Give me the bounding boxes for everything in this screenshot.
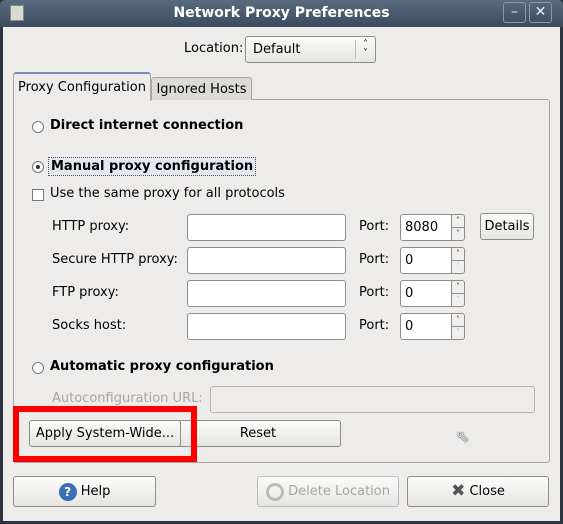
reset-button[interactable]: Reset: [175, 420, 341, 447]
direct-radio[interactable]: [32, 121, 44, 133]
reset-label: Reset: [239, 426, 277, 441]
port-decrement-button[interactable]: ˅: [451, 227, 465, 241]
delete-location-button: Delete Location: [257, 476, 399, 507]
help-label: Help: [80, 484, 111, 499]
port-decrement-button[interactable]: ˅: [451, 293, 465, 307]
details-button[interactable]: Details: [480, 213, 534, 240]
proxy-host-input[interactable]: [187, 214, 346, 241]
proxy-row-label: HTTP proxy:: [52, 219, 130, 234]
details-label: Details: [484, 219, 530, 234]
port-increment-button[interactable]: ˄: [451, 313, 465, 327]
tab-proxy-configuration[interactable]: Proxy Configuration: [13, 72, 151, 101]
port-increment-button[interactable]: ˄: [451, 247, 465, 261]
port-decrement-button[interactable]: ˅: [451, 260, 465, 274]
location-value: Default: [253, 42, 301, 57]
window-title: Network Proxy Preferences: [173, 5, 390, 21]
minimize-button[interactable]: –: [503, 2, 526, 23]
same-proxy-label[interactable]: Use the same proxy for all protocols: [50, 186, 285, 201]
tab-label: Proxy Configuration: [18, 80, 146, 95]
close-label: Close: [469, 484, 505, 499]
port-spinner[interactable]: 0: [400, 247, 452, 274]
autoconfig-label: Autoconfiguration URL:: [52, 391, 203, 406]
port-increment-button[interactable]: ˄: [451, 280, 465, 294]
port-increment-button[interactable]: ˄: [451, 214, 465, 228]
title-bar[interactable]: Network Proxy Preferences – ✕: [0, 0, 563, 27]
direct-label[interactable]: Direct internet connection: [50, 118, 243, 133]
select-arrows-icon: ˄ ˅: [355, 40, 375, 59]
port-label: Port:: [359, 285, 390, 300]
highlight-box: [13, 406, 197, 462]
delete-label: Delete Location: [288, 484, 390, 499]
help-button[interactable]: ? Help: [13, 476, 156, 507]
proxy-row-label: FTP proxy:: [52, 285, 119, 300]
same-proxy-checkbox[interactable]: [32, 189, 44, 201]
port-spinner[interactable]: 0: [400, 280, 452, 307]
port-decrement-button[interactable]: ˅: [451, 326, 465, 340]
manual-radio[interactable]: [32, 161, 44, 173]
port-label: Port:: [359, 252, 390, 267]
location-select[interactable]: Default ˄ ˅: [245, 36, 376, 63]
proxy-host-input[interactable]: [187, 313, 346, 340]
autoconfig-url-input[interactable]: [210, 386, 535, 413]
automatic-label[interactable]: Automatic proxy configuration: [50, 359, 274, 374]
proxy-row-label: Secure HTTP proxy:: [52, 252, 178, 267]
no-entry-icon: [266, 482, 284, 501]
manual-label-text: Manual proxy configuration: [51, 159, 254, 174]
port-label: Port:: [359, 219, 390, 234]
proxy-host-input[interactable]: [187, 280, 346, 307]
proxy-row-label: Socks host:: [52, 318, 127, 333]
close-x-icon: ✖: [451, 481, 466, 501]
close-window-button[interactable]: ✕: [529, 2, 552, 23]
close-button[interactable]: ✖ Close: [407, 476, 549, 507]
port-spinner[interactable]: 0: [400, 313, 452, 340]
proxy-host-input[interactable]: [187, 247, 346, 274]
tab-label: Ignored Hosts: [156, 82, 247, 97]
automatic-radio[interactable]: [32, 362, 44, 374]
manual-label[interactable]: Manual proxy configuration: [48, 157, 257, 176]
help-icon: ?: [58, 482, 77, 501]
location-label: Location:: [184, 41, 244, 56]
port-spinner[interactable]: 8080: [400, 214, 452, 241]
tab-ignored-hosts[interactable]: Ignored Hosts: [151, 77, 252, 100]
mouse-cursor-icon: ⬁: [456, 427, 470, 446]
port-label: Port:: [359, 318, 390, 333]
